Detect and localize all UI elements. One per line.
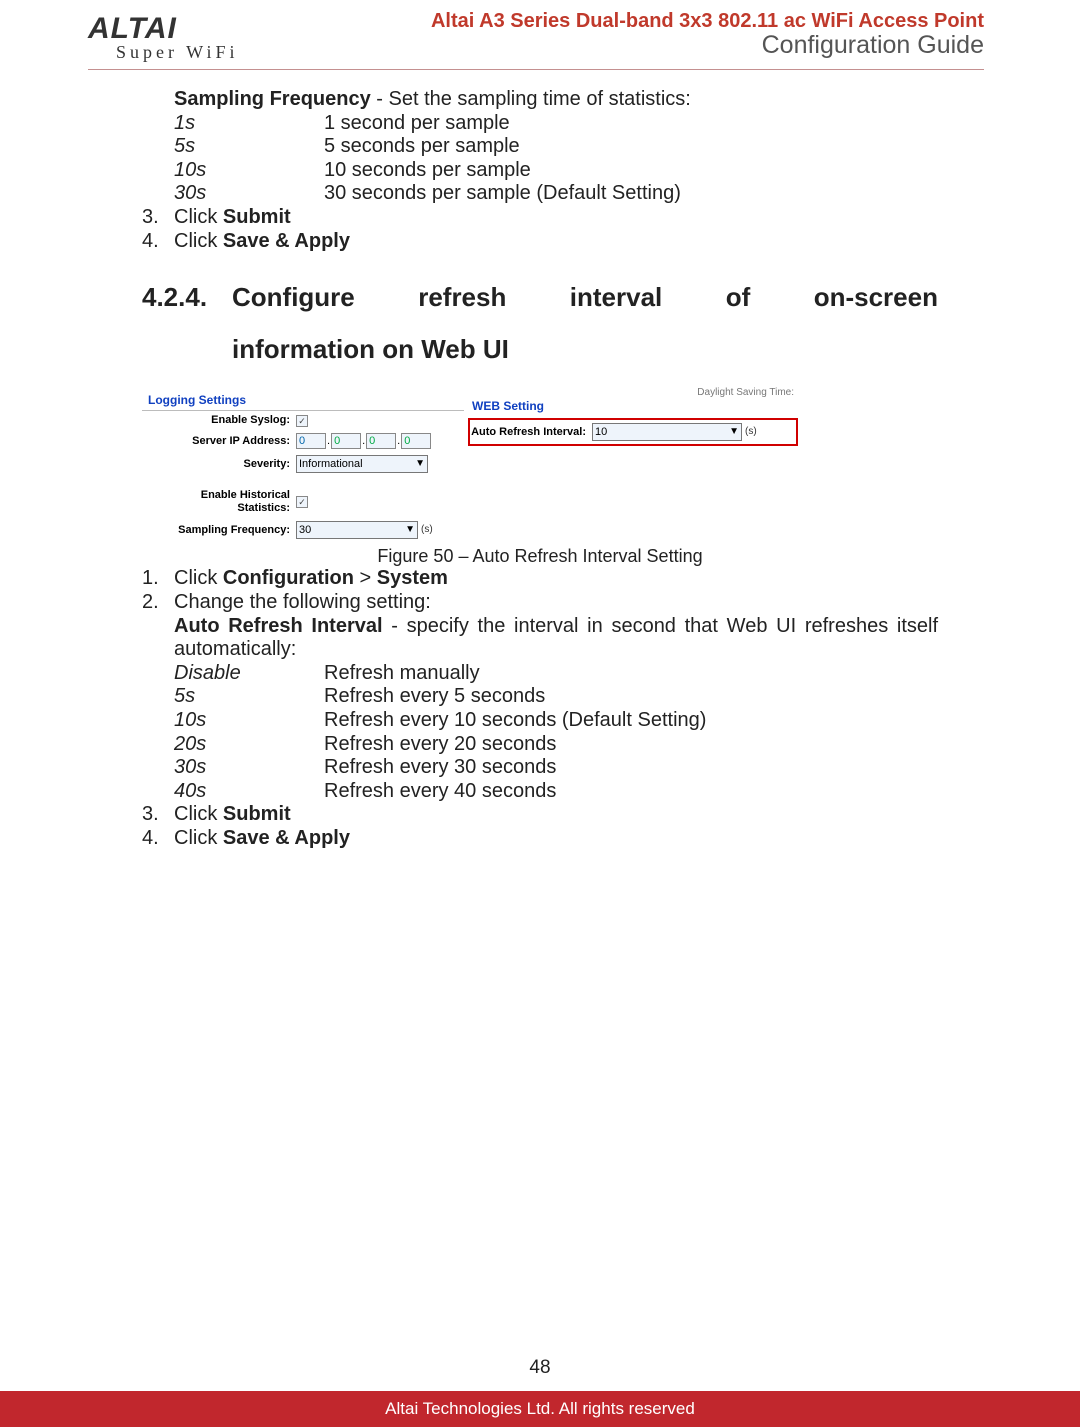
enable-syslog-checkbox[interactable]: ✓ (296, 415, 308, 427)
chevron-down-icon: ▼ (401, 524, 415, 536)
brand-logo: ALTAI Super WiFi (88, 10, 238, 63)
step-item: 4.Click Save & Apply (142, 827, 938, 851)
section-heading: 4.2.4. Configure refresh interval of on-… (142, 271, 938, 375)
step-item: 3.Click Submit (142, 206, 938, 230)
enable-historical-stats-checkbox[interactable]: ✓ (296, 496, 308, 508)
doc-title: Altai A3 Series Dual-band 3x3 802.11 ac … (431, 10, 984, 33)
auto-refresh-interval-select[interactable]: 10▼ (592, 423, 742, 441)
table-row: 5s5 seconds per sample (174, 135, 681, 159)
table-row: 40sRefresh every 40 seconds (174, 780, 706, 804)
table-row: 10sRefresh every 10 seconds (Default Set… (174, 709, 706, 733)
sampling-frequency-select[interactable]: 30▼ (296, 521, 418, 539)
page-number: 48 (0, 1357, 1080, 1379)
footer-copyright: Altai Technologies Ltd. All rights reser… (0, 1391, 1080, 1427)
auto-refresh-interval-bold: Auto Refresh Interval (174, 615, 383, 637)
ip-octet-3[interactable]: 0 (366, 433, 396, 449)
table-row: DisableRefresh manually (174, 662, 706, 686)
step-item: 4.Click Save & Apply (142, 230, 938, 254)
table-row: 30s30 seconds per sample (Default Settin… (174, 182, 681, 206)
sampling-frequency-label: Sampling Frequency (174, 88, 371, 110)
table-row: 20sRefresh every 20 seconds (174, 733, 706, 757)
ip-octet-2[interactable]: 0 (331, 433, 361, 449)
table-row: 1s1 second per sample (174, 112, 681, 136)
step-item: 2. Change the following setting: Auto Re… (142, 591, 938, 662)
chevron-down-icon: ▼ (725, 426, 739, 438)
enable-historical-stats-label: Enable Historical Statistics: (146, 489, 296, 515)
figure-caption: Figure 50 – Auto Refresh Interval Settin… (142, 546, 938, 567)
table-row: 5sRefresh every 5 seconds (174, 685, 706, 709)
step-item: 3.Click Submit (142, 803, 938, 827)
enable-syslog-label: Enable Syslog: (146, 414, 296, 427)
severity-select[interactable]: Informational▼ (296, 455, 428, 473)
unit-seconds: (s) (418, 524, 433, 536)
doc-title-block: Altai A3 Series Dual-band 3x3 802.11 ac … (431, 10, 984, 60)
ip-octet-1[interactable]: 0 (296, 433, 326, 449)
doc-subtitle: Configuration Guide (431, 31, 984, 60)
severity-label: Severity: (146, 458, 296, 471)
table-row: 10s10 seconds per sample (174, 159, 681, 183)
sampling-frequency-desc: - Set the sampling time of statistics: (371, 88, 691, 110)
auto-refresh-interval-label: Auto Refresh Interval: (470, 426, 592, 439)
table-row: 30sRefresh every 30 seconds (174, 756, 706, 780)
web-setting-title: WEB Setting (464, 397, 804, 416)
logging-settings-title: Logging Settings (142, 387, 464, 411)
unit-seconds: (s) (742, 426, 757, 438)
daylight-saving-label: Daylight Saving Time: (464, 387, 804, 397)
sampling-frequency-field-label: Sampling Frequency: (146, 524, 296, 537)
chevron-down-icon: ▼ (411, 458, 425, 470)
ip-octet-4[interactable]: 0 (401, 433, 431, 449)
step-item: 1. Click Configuration > System (142, 567, 938, 591)
sampling-frequency-intro: Sampling Frequency - Set the sampling ti… (174, 88, 938, 112)
logo-main: ALTAI (88, 12, 238, 46)
sampling-frequency-table: 1s1 second per sample 5s5 seconds per sa… (174, 112, 681, 206)
highlight-box: Auto Refresh Interval: 10▼ (s) (468, 418, 798, 446)
figure-screenshot: Logging Settings Enable Syslog: ✓ Server… (142, 387, 938, 567)
server-ip-label: Server IP Address: (146, 435, 296, 448)
auto-refresh-interval-table: DisableRefresh manually 5sRefresh every … (174, 662, 706, 804)
